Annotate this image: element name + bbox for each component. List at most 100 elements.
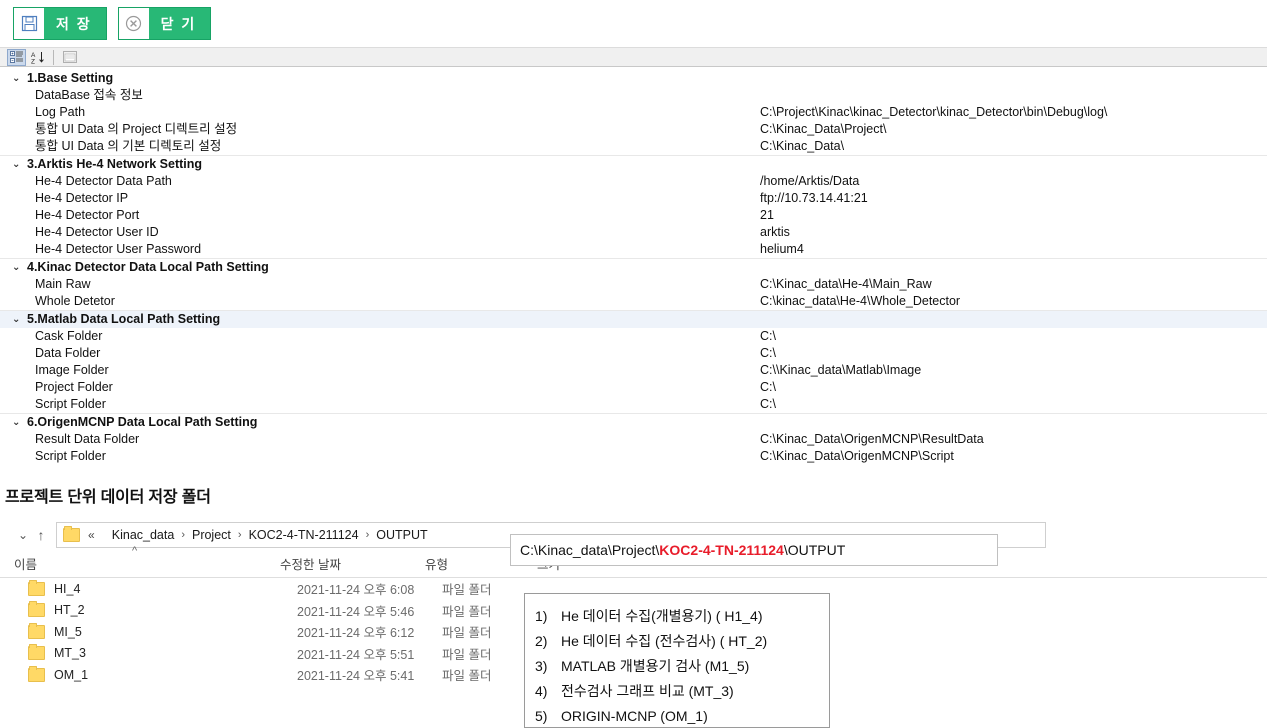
property-name: He-4 Detector User ID [35, 225, 159, 239]
legend-item: 3) MATLAB 개별용기 검사 (M1_5) [535, 653, 829, 678]
legend-item-number: 4) [535, 682, 548, 699]
file-modified-date: 2021-11-24 오후 6:08 [297, 583, 415, 598]
file-name: MI_5 [54, 624, 82, 639]
legend-item-label: 전수검사 그래프 비교 (MT_3) [561, 682, 734, 699]
legend-item-label: MATLAB 개별용기 검사 (M1_5) [561, 657, 750, 674]
property-row[interactable]: Script Folder C:\Kinac_Data\OrigenMCNP\Sc… [0, 448, 1267, 465]
breadcrumb-item-project[interactable]: Project [192, 528, 231, 542]
property-row[interactable]: 통합 UI Data 의 Project 디렉트리 설정 C:\Kinac_Dat… [0, 121, 1267, 138]
file-name: OM_1 [54, 667, 89, 682]
folder-icon [28, 601, 45, 618]
property-grid[interactable]: ⌄ 1.Base Setting DataBase 접속 정보 Log Path C:\… [0, 67, 1267, 465]
property-category-row[interactable]: ⌄ 5.Matlab Data Local Path Setting [0, 310, 1267, 328]
property-row[interactable]: Cask Folder C:\ [0, 328, 1267, 345]
property-value[interactable]: C:\ [760, 396, 1267, 413]
chevron-down-icon[interactable]: ⌄ [12, 414, 27, 431]
legend-item: 4) 전수검사 그래프 비교 (MT_3) [535, 678, 829, 703]
chevron-down-icon[interactable]: ⌄ [12, 311, 27, 328]
column-header-name[interactable]: 이름 ^ [14, 545, 280, 573]
property-value[interactable]: ftp://10.73.14.41:21 [760, 190, 1267, 207]
property-category-row[interactable]: ⌄ 6.OrigenMCNP Data Local Path Setting [0, 413, 1267, 431]
property-value[interactable]: C:\\Kinac_data\Matlab\Image [760, 362, 1267, 379]
column-header-name-label: 이름 [14, 558, 38, 572]
property-name: Image Folder [35, 363, 109, 377]
property-value[interactable]: 21 [760, 207, 1267, 224]
breadcrumb-separator: › [181, 529, 185, 541]
property-row[interactable]: DataBase 접속 정보 [0, 87, 1267, 104]
path-suffix: \OUTPUT [783, 542, 846, 558]
property-name: He-4 Detector Port [35, 208, 140, 222]
property-category-label: 5.Matlab Data Local Path Setting [27, 312, 221, 326]
path-input[interactable]: C:\Kinac_data\Project\ KOC2-4-TN-211124 \O… [510, 534, 998, 566]
save-button-label: 저 장 [56, 15, 92, 32]
property-row[interactable]: He-4 Detector Port 21 [0, 207, 1267, 224]
legend-item: 2) He 데이터 수집 (전수검사) ( HT_2) [535, 628, 829, 653]
property-category-label: 6.OrigenMCNP Data Local Path Setting [27, 415, 258, 429]
legend-item-label: He 데이터 수집(개별용기) ( H1_4) [561, 607, 763, 624]
property-category-row[interactable]: ⌄ 1.Base Setting [0, 70, 1267, 87]
property-row[interactable]: Whole Detetor C:\kinac_data\He-4\Whole_De… [0, 293, 1267, 310]
legend-item-number: 5) [535, 707, 548, 724]
property-row[interactable]: Image Folder C:\\Kinac_data\Matlab\Image [0, 362, 1267, 379]
property-name: Script Folder [35, 449, 106, 463]
property-name: Data Folder [35, 346, 101, 360]
property-name: 통합 UI Data 의 기본 디렉토리 설정 [35, 139, 222, 153]
categorized-sort-icon[interactable] [7, 48, 26, 66]
folder-icon [28, 622, 45, 639]
property-value[interactable]: arktis [760, 224, 1267, 241]
breadcrumb-item-koc2[interactable]: KOC2-4-TN-211124 [249, 528, 359, 542]
breadcrumb-prefix[interactable]: « [80, 528, 95, 542]
property-value[interactable]: C:\kinac_data\He-4\Whole_Detector [760, 293, 1267, 310]
property-row[interactable]: 통합 UI Data 의 기본 디렉토리 설정 C:\Kinac_Data\ [0, 138, 1267, 155]
folder-icon [28, 665, 45, 682]
up-arrow-icon[interactable]: ↑ [32, 527, 50, 543]
property-row[interactable]: Result Data Folder C:\Kinac_Data\OrigenMC… [0, 431, 1267, 448]
legend-item-number: 3) [535, 657, 548, 674]
property-row[interactable]: Project Folder C:\ [0, 379, 1267, 396]
legend-item: 1) He 데이터 수집(개별용기) ( H1_4) [535, 603, 829, 628]
property-row[interactable]: Data Folder C:\ [0, 345, 1267, 362]
path-highlight: KOC2-4-TN-211124 [659, 542, 784, 558]
command-toolbar: 저 장 닫 기 [0, 0, 1267, 47]
property-value[interactable]: C:\ [760, 379, 1267, 396]
chevron-down-icon[interactable]: ⌄ [12, 156, 27, 173]
breadcrumb-item-kinac-data[interactable]: Kinac_data [112, 528, 175, 542]
save-button[interactable]: 저 장 [13, 7, 107, 40]
property-value[interactable]: C:\Kinac_Data\OrigenMCNP\ResultData [760, 431, 1267, 448]
property-pages-icon[interactable] [60, 49, 79, 66]
column-header-date[interactable]: 수정한 날짜 [280, 554, 425, 573]
property-row[interactable]: Log Path C:\Project\Kinac\kinac_Detector\… [0, 104, 1267, 121]
property-name: He-4 Detector User Password [35, 242, 202, 256]
property-value[interactable]: /home/Arktis/Data [760, 173, 1267, 190]
property-name: Result Data Folder [35, 432, 140, 446]
property-row[interactable]: Main Raw C:\Kinac_data\He-4\Main_Raw [0, 276, 1267, 293]
chevron-down-icon[interactable]: ⌄ [12, 70, 27, 87]
property-value[interactable]: C:\ [760, 345, 1267, 362]
property-value[interactable]: C:\Kinac_Data\Project\ [760, 121, 1267, 138]
toolbar-separator [53, 49, 54, 65]
chevron-down-icon[interactable]: ⌄ [14, 528, 32, 542]
property-row[interactable]: He-4 Detector Data Path/home/Arktis/Data [0, 173, 1267, 190]
property-value[interactable]: C:\ [760, 328, 1267, 345]
property-row[interactable]: Script Folder C:\ [0, 396, 1267, 413]
chevron-down-icon[interactable]: ⌄ [12, 259, 27, 276]
folder-icon [28, 579, 45, 596]
file-modified-date: 2021-11-24 오후 5:41 [297, 669, 415, 684]
property-name: Main Raw [35, 277, 91, 291]
property-category-row[interactable]: ⌄ 3.Arktis He-4 Network Setting [0, 155, 1267, 173]
property-value[interactable]: helium4 [760, 241, 1267, 258]
alphabetical-sort-icon[interactable]: A Z [28, 49, 47, 66]
breadcrumb-separator: › [365, 529, 370, 541]
breadcrumb-item-output[interactable]: OUTPUT [376, 528, 427, 542]
property-value[interactable]: C:\Kinac_Data\OrigenMCNP\Script [760, 448, 1267, 465]
property-value[interactable]: C:\Kinac_data\He-4\Main_Raw [760, 276, 1267, 293]
property-row[interactable]: He-4 Detector User ID arktis [0, 224, 1267, 241]
close-button[interactable]: 닫 기 [117, 7, 212, 40]
property-row[interactable]: He-4 Detector User Password helium4 [0, 241, 1267, 258]
property-value[interactable]: C:\Kinac_Data\ [760, 138, 1267, 155]
property-value[interactable]: C:\Project\Kinac\kinac_Detector\kinac_De… [760, 104, 1267, 121]
property-row[interactable]: He-4 Detector IP ftp://10.73.14.41:21 [0, 190, 1267, 207]
property-category-row[interactable]: ⌄ 4.Kinac Detector Data Local Path Settin… [0, 258, 1267, 276]
file-modified-date: 2021-11-24 오후 5:46 [297, 604, 415, 619]
file-modified-date: 2021-11-24 오후 6:12 [297, 626, 415, 641]
